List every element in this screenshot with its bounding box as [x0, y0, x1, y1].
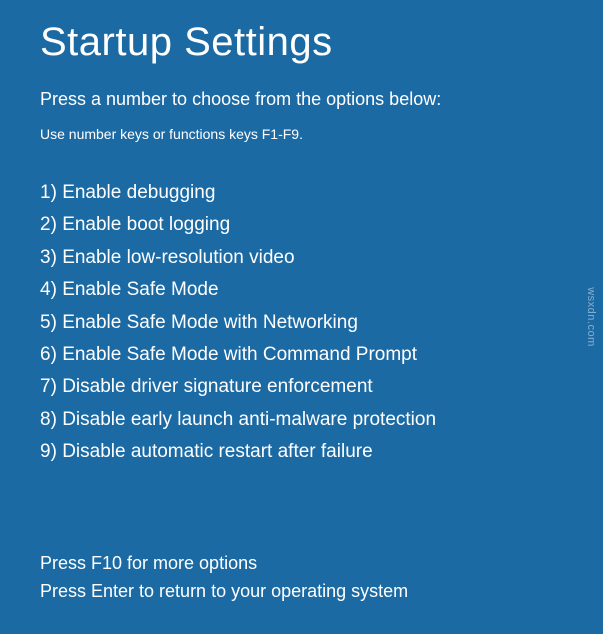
- instruction-subtitle: Press a number to choose from the option…: [40, 89, 563, 110]
- option-enable-safe-mode-cmd[interactable]: 6) Enable Safe Mode with Command Prompt: [40, 340, 563, 370]
- option-enable-safe-mode-networking[interactable]: 5) Enable Safe Mode with Networking: [40, 308, 563, 338]
- return-os-hint: Press Enter to return to your operating …: [40, 578, 408, 606]
- options-list: 1) Enable debugging 2) Enable boot loggi…: [40, 178, 563, 468]
- option-disable-driver-signature[interactable]: 7) Disable driver signature enforcement: [40, 372, 563, 402]
- option-disable-auto-restart[interactable]: 9) Disable automatic restart after failu…: [40, 437, 563, 467]
- option-enable-debugging[interactable]: 1) Enable debugging: [40, 178, 563, 208]
- option-enable-safe-mode[interactable]: 4) Enable Safe Mode: [40, 275, 563, 305]
- page-title: Startup Settings: [40, 20, 563, 65]
- key-hint: Use number keys or functions keys F1-F9.: [40, 126, 563, 142]
- option-disable-anti-malware[interactable]: 8) Disable early launch anti-malware pro…: [40, 405, 563, 435]
- option-enable-low-res-video[interactable]: 3) Enable low-resolution video: [40, 243, 563, 273]
- option-enable-boot-logging[interactable]: 2) Enable boot logging: [40, 210, 563, 240]
- more-options-hint: Press F10 for more options: [40, 550, 408, 578]
- watermark: wsxdn.com: [585, 287, 597, 347]
- footer-instructions: Press F10 for more options Press Enter t…: [40, 550, 408, 606]
